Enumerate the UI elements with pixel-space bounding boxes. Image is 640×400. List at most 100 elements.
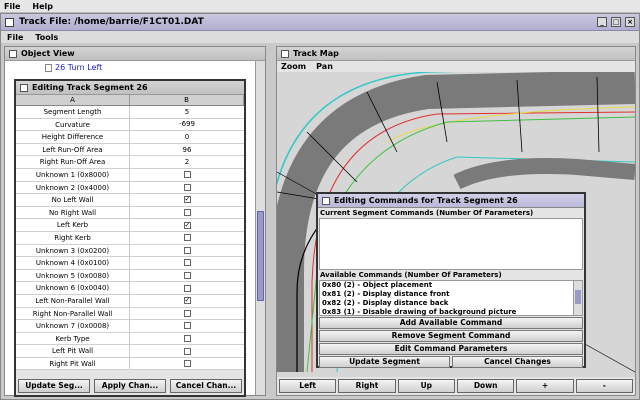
menu-pan[interactable]: Pan: [316, 62, 333, 71]
document-icon: [281, 49, 289, 58]
table-row: Unknown 1 (0x8000): [16, 168, 244, 182]
minimize-icon[interactable]: _: [597, 17, 607, 27]
segment-properties-table: Segment Length 5 Curvature -699 Height Diffe…: [16, 106, 244, 371]
property-label: Unknown 6 (0x0040): [16, 282, 130, 294]
table-row: Unknown 4 (0x0100): [16, 257, 244, 270]
table-row: Left Kerb ✓: [16, 219, 244, 232]
checked-checkbox[interactable]: ✓: [183, 196, 191, 204]
property-label: Left Pit Wall: [16, 345, 130, 357]
property-checkbox-cell: ✓: [130, 295, 244, 307]
property-label: Unknown 2 (0x4000): [16, 181, 130, 194]
edit-parameters-button[interactable]: Edit Command Parameters: [319, 343, 583, 355]
column-header-b[interactable]: B: [130, 95, 244, 105]
property-label: No Left Wall: [16, 194, 130, 206]
property-label: Segment Length: [16, 106, 130, 118]
column-header-a[interactable]: A: [16, 95, 130, 105]
unchecked-checkbox[interactable]: [183, 246, 191, 254]
add-command-button[interactable]: Add Available Command: [319, 317, 583, 329]
unchecked-checkbox[interactable]: [183, 209, 191, 217]
property-value[interactable]: 5: [130, 106, 244, 118]
track-map-titlebar[interactable]: Track Map: [277, 47, 635, 61]
property-value[interactable]: -699: [130, 119, 244, 131]
scrollbar-thumb[interactable]: [575, 290, 581, 304]
property-label: Unknown 1 (0x8000): [16, 168, 130, 181]
document-icon: [20, 83, 28, 92]
table-header: A B: [16, 95, 244, 106]
table-row: No Right Wall: [16, 206, 244, 220]
property-label: Height Difference: [16, 131, 130, 143]
table-row: Unknown 3 (0x0200): [16, 244, 244, 258]
tree-item-selected[interactable]: 26 Turn Left: [45, 63, 102, 72]
checked-checkbox[interactable]: ✓: [183, 297, 191, 305]
unchecked-checkbox[interactable]: [183, 309, 191, 317]
update-segment-button[interactable]: Update Seg...: [18, 379, 90, 393]
unchecked-checkbox[interactable]: [183, 259, 191, 267]
property-value[interactable]: 0: [130, 131, 244, 143]
track-map-menu: Zoom Pan: [277, 61, 635, 72]
object-view-scrollbar[interactable]: [255, 61, 265, 395]
list-item[interactable]: 0x81 (2) - Display distance front: [320, 290, 582, 299]
zoom-out-button[interactable]: -: [575, 379, 633, 393]
property-checkbox-cell: [130, 257, 244, 269]
document-icon: [9, 49, 17, 58]
cancel-changes-button[interactable]: Cancel Changes: [452, 356, 583, 368]
pan-up-button[interactable]: Up: [397, 379, 455, 393]
maximize-icon[interactable]: □: [611, 17, 621, 27]
table-row: Right Run-Off Area 2: [16, 156, 244, 169]
cancel-changes-button[interactable]: Cancel Chan...: [170, 379, 242, 393]
update-segment-button[interactable]: Update Segment: [319, 356, 450, 368]
close-icon[interactable]: ×: [625, 17, 635, 27]
pan-down-button[interactable]: Down: [456, 379, 515, 393]
object-view-titlebar[interactable]: Object View: [5, 47, 265, 61]
unchecked-checkbox[interactable]: [183, 284, 191, 292]
unchecked-checkbox[interactable]: [183, 347, 191, 355]
unchecked-checkbox[interactable]: [183, 272, 191, 280]
checked-checkbox[interactable]: ✓: [183, 221, 191, 229]
unchecked-checkbox[interactable]: [183, 334, 191, 342]
menu-file[interactable]: File: [4, 2, 20, 11]
property-checkbox-cell: [130, 207, 244, 219]
table-row: Left Pit Wall: [16, 345, 244, 358]
current-commands-list[interactable]: [319, 218, 583, 270]
property-checkbox-cell: [130, 308, 244, 320]
scrollbar-thumb[interactable]: [257, 211, 264, 301]
document-icon: [5, 17, 14, 27]
dialog-action-buttons: Update Segment Cancel Changes: [319, 356, 583, 368]
app-menubar: File Help: [0, 0, 640, 13]
object-view-title: Object View: [21, 49, 75, 58]
unchecked-checkbox[interactable]: [183, 360, 191, 368]
property-checkbox-cell: ✓: [130, 219, 244, 231]
property-checkbox-cell: [130, 169, 244, 181]
property-checkbox-cell: [130, 320, 244, 332]
commands-dialog-titlebar[interactable]: Editing Commands for Track Segment 26: [318, 194, 584, 208]
property-value[interactable]: 2: [130, 156, 244, 168]
unchecked-checkbox[interactable]: [183, 234, 191, 242]
table-row: Unknown 6 (0x0040): [16, 282, 244, 295]
menu-zoom[interactable]: Zoom: [281, 62, 306, 71]
segment-editor-titlebar[interactable]: Editing Track Segment 26: [16, 81, 244, 95]
list-item[interactable]: 0x82 (2) - Display distance back: [320, 299, 582, 308]
remove-command-button[interactable]: Remove Segment Command: [319, 330, 583, 342]
property-checkbox-cell: [130, 270, 244, 282]
apply-changes-button[interactable]: Apply Chan...: [94, 379, 166, 393]
pan-right-button[interactable]: Right: [338, 379, 396, 393]
inner-road: [453, 158, 635, 190]
pan-left-button[interactable]: Left: [279, 379, 337, 393]
zoom-in-button[interactable]: +: [516, 379, 574, 393]
menu-file-inner[interactable]: File: [7, 33, 23, 42]
menu-tools[interactable]: Tools: [35, 33, 58, 42]
available-commands-list[interactable]: 0x80 (2) - Object placement 0x81 (2) - D…: [319, 280, 583, 316]
map-navigation-buttons: Left Right Up Down + -: [279, 379, 633, 393]
window-titlebar[interactable]: Track File: /home/barrie/F1CT01.DAT _ □ …: [1, 14, 639, 31]
unchecked-checkbox[interactable]: [183, 322, 191, 330]
current-commands-label: Current Segment Commands (Number Of Para…: [318, 208, 584, 218]
menu-help[interactable]: Help: [32, 2, 53, 11]
list-item[interactable]: 0x83 (1) - Disable drawing of background…: [320, 308, 582, 317]
window-title: Track File: /home/barrie/F1CT01.DAT: [19, 17, 204, 27]
unchecked-checkbox[interactable]: [183, 183, 191, 191]
available-commands-scrollbar[interactable]: [573, 281, 582, 315]
property-value[interactable]: 96: [130, 144, 244, 156]
unchecked-checkbox[interactable]: [183, 171, 191, 179]
list-item[interactable]: 0x80 (2) - Object placement: [320, 281, 582, 290]
property-label: Right Pit Wall: [16, 357, 130, 370]
